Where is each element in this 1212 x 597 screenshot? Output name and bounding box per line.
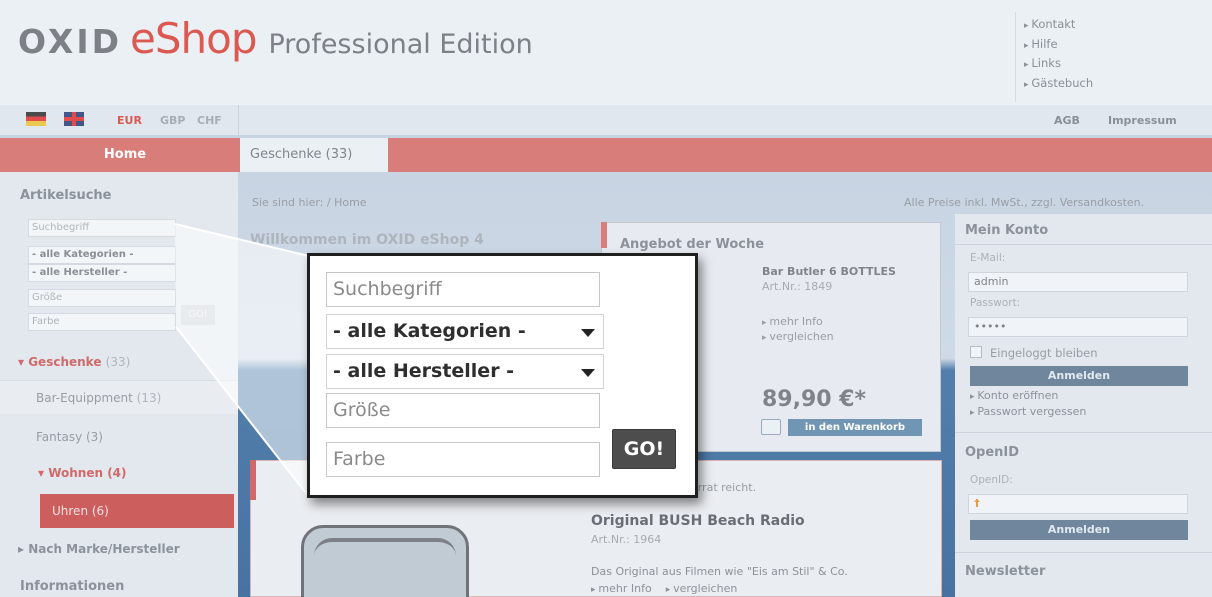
toolbar: EUR GBP CHF AGB Impressum — [0, 105, 1212, 135]
select-value: - alle Hersteller - — [333, 360, 515, 382]
email-label: E-Mail: — [970, 252, 1006, 264]
breadcrumb: Sie sind hier: / Home — [252, 196, 367, 209]
openid-login-button[interactable]: Anmelden — [970, 520, 1188, 540]
more-info-link[interactable]: mehr Info — [591, 582, 652, 595]
color-input[interactable]: Farbe — [28, 313, 176, 331]
currency-chf[interactable]: CHF — [197, 114, 222, 127]
currency-gbp[interactable]: GBP — [160, 114, 185, 127]
product-links: mehr Info vergleichen — [591, 582, 737, 595]
product-name[interactable]: Original BUSH Beach Radio — [591, 513, 805, 529]
select-value: - alle Kategorien - — [333, 320, 526, 342]
divider — [955, 432, 1212, 433]
category-brand[interactable]: ▸ Nach Marke/Hersteller — [18, 532, 256, 566]
link-gaestebuch[interactable]: Gästebuch — [1024, 75, 1205, 95]
cart-icon[interactable] — [761, 419, 781, 435]
link-agb[interactable]: AGB — [1054, 114, 1080, 127]
chevron-down-icon: ▾ — [38, 466, 49, 480]
size-input[interactable]: Größe — [28, 289, 176, 307]
remember-checkbox[interactable] — [970, 346, 982, 358]
right-sidebar: Mein Konto E-Mail: admin Passwort: •••••… — [955, 214, 1212, 597]
category-wohnen[interactable]: ▾ Wohnen (4) — [0, 456, 238, 490]
toolbar-divider — [238, 105, 239, 135]
search-title: Artikelsuche — [20, 188, 112, 203]
chevron-right-icon: ▸ — [18, 542, 29, 556]
product-art-nr: Art.Nr.: 1849 — [762, 280, 833, 293]
site-header: OXID eShop Professional Edition Kontakt … — [0, 0, 1212, 105]
nav-tab-geschenke[interactable]: Geschenke (33) — [240, 138, 388, 172]
logo-oxid-text: OXID — [18, 22, 122, 61]
openid-icon: ꝉ — [974, 497, 980, 510]
manufacturer-select[interactable]: - alle Hersteller - — [28, 264, 176, 282]
dropdown-arrow-icon — [581, 329, 595, 337]
register-link[interactable]: Konto eröffnen — [970, 389, 1058, 402]
openid-title: OpenID — [965, 445, 1020, 460]
password-label: Passwort: — [970, 297, 1021, 309]
zoomed-search-panel: Suchbegriff - alle Kategorien - - alle H… — [307, 253, 698, 498]
openid-label: OpenID: — [970, 474, 1013, 486]
category-select[interactable]: - alle Kategorien - — [28, 246, 176, 264]
zoom-go-button[interactable]: GO! — [612, 429, 676, 469]
category-fantasy[interactable]: Fantasy (3) — [0, 420, 238, 454]
remember-label: Eingeloggt bleiben — [990, 346, 1098, 360]
logo-eshop-text: eShop — [130, 14, 257, 63]
nav-home[interactable]: Home — [16, 138, 234, 172]
zoom-size-input[interactable]: Größe — [326, 393, 600, 428]
left-sidebar: Artikelsuche Suchbegriff - alle Kategori… — [0, 172, 238, 597]
account-title: Mein Konto — [965, 223, 1049, 238]
category-count: (33) — [105, 355, 131, 369]
category-count: (13) — [136, 391, 162, 405]
category-uhren[interactable]: Uhren (6) — [40, 494, 234, 528]
product-art-nr: Art.Nr.: 1964 — [591, 533, 662, 546]
newsletter-title: Newsletter — [965, 564, 1046, 579]
link-links[interactable]: Links — [1024, 55, 1205, 75]
password-field[interactable]: ••••• — [968, 317, 1188, 337]
compare-link[interactable]: vergleichen — [762, 330, 833, 343]
uk-flag-icon[interactable] — [64, 112, 84, 126]
compare-link[interactable]: vergleichen — [666, 582, 738, 595]
currency-eur[interactable]: EUR — [117, 114, 142, 127]
product-description: Das Original aus Filmen wie "Eis am Stil… — [591, 565, 848, 578]
category-label: Wohnen (4) — [48, 466, 127, 480]
product-price: 89,90 €* — [762, 387, 867, 412]
more-info-link[interactable]: mehr Info — [762, 315, 822, 328]
category-label: Nach Marke/Hersteller — [28, 542, 180, 556]
welcome-heading: Willkommen im OXID eShop 4 — [250, 232, 484, 248]
add-to-cart-button[interactable]: in den Warenkorb — [788, 419, 922, 436]
radio-product-image[interactable] — [301, 525, 469, 597]
link-kontakt[interactable]: Kontakt — [1024, 16, 1205, 36]
zoom-category-select[interactable]: - alle Kategorien - — [326, 314, 604, 349]
service-links: Kontakt Hilfe Links Gästebuch — [1015, 12, 1205, 102]
category-label: Geschenke — [28, 355, 102, 369]
prices-note: Alle Preise inkl. MwSt., zzgl. Versandko… — [904, 196, 1145, 209]
link-hilfe[interactable]: Hilfe — [1024, 36, 1205, 56]
offer-title: Angebot der Woche — [620, 237, 765, 252]
link-impressum[interactable]: Impressum — [1108, 114, 1177, 127]
german-flag-icon[interactable] — [26, 112, 46, 126]
oxid-eshop-logo[interactable]: OXID eShop Professional Edition — [18, 14, 533, 64]
dropdown-arrow-icon — [581, 369, 595, 377]
login-button[interactable]: Anmelden — [970, 366, 1188, 386]
divider — [955, 552, 1212, 553]
chevron-down-icon: ▾ — [18, 355, 29, 369]
forgot-password-link[interactable]: Passwort vergessen — [970, 405, 1086, 418]
search-go-button[interactable]: GO! — [181, 305, 215, 325]
category-geschenke[interactable]: ▾ Geschenke (33) — [18, 345, 256, 379]
stock-note: orrat reicht. — [691, 481, 757, 494]
logo-edition-text: Professional Edition — [268, 29, 533, 60]
openid-field[interactable]: ꝉ — [968, 494, 1188, 514]
zoom-manufacturer-select[interactable]: - alle Hersteller - — [326, 354, 604, 389]
divider — [955, 244, 1212, 245]
zoom-color-input[interactable]: Farbe — [326, 442, 600, 477]
category-bar-equippment[interactable]: Bar-Equippment (13) — [0, 380, 238, 414]
search-input[interactable]: Suchbegriff — [28, 219, 176, 237]
main-nav: Home Geschenke (33) — [0, 138, 1212, 172]
category-label: Bar-Equippment — [36, 391, 133, 405]
info-title: Informationen — [20, 579, 125, 594]
email-field[interactable]: admin — [968, 272, 1188, 292]
zoom-search-input[interactable]: Suchbegriff — [326, 272, 600, 307]
product-name[interactable]: Bar Butler 6 BOTTLES — [762, 265, 896, 278]
